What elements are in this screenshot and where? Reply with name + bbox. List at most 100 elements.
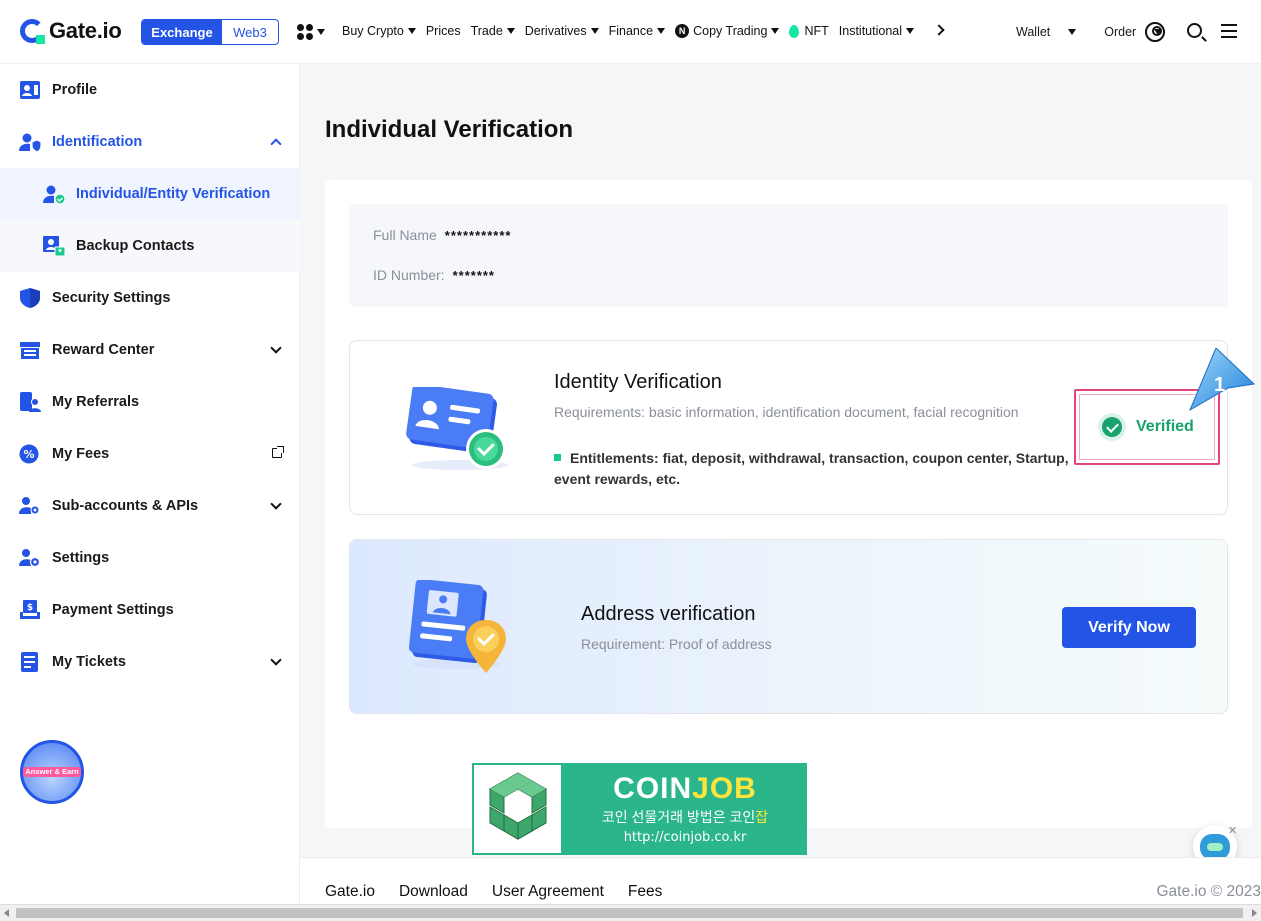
menu-institutional[interactable]: Institutional	[839, 24, 914, 38]
check-circle-icon	[1098, 413, 1126, 441]
address-verification-panel: Address verification Requirement: Proof …	[349, 539, 1228, 714]
bullet-square-icon	[554, 453, 561, 461]
sidebar-item-backup-contacts[interactable]: Backup Contacts	[0, 220, 300, 272]
coinjob-subtitle: 코인 선물거래 방법은 코인잡	[602, 807, 768, 827]
coinjob-title: COINJOB	[613, 773, 757, 805]
annotation-arrow-icon: 1	[1188, 348, 1256, 412]
caret-down-icon	[1068, 29, 1077, 35]
page-footer: Gate.io Download User Agreement Fees Gat…	[300, 857, 1261, 904]
menu-finance[interactable]: Finance	[608, 24, 666, 38]
profile-card-icon	[20, 81, 40, 99]
menu-nft[interactable]: NFT	[789, 24, 829, 38]
menu-prices[interactable]: Prices	[426, 24, 461, 38]
tab-web3[interactable]: Web3	[222, 20, 278, 44]
menu-wallet[interactable]: Wallet	[1016, 25, 1090, 39]
menu-label: Buy Crypto	[342, 24, 404, 38]
tickets-icon	[21, 652, 38, 672]
caret-down-icon	[657, 28, 666, 34]
full-name-value: ***********	[444, 228, 512, 243]
sidebar-item-my-tickets[interactable]: My Tickets	[0, 636, 300, 688]
sidebar-item-sub-accounts-apis[interactable]: Sub-accounts & APIs	[0, 480, 300, 532]
menu-label: NFT	[804, 24, 829, 38]
menu-label: Institutional	[838, 24, 902, 38]
copy-trading-icon: N	[675, 24, 690, 38]
coinjob-cube-logo	[472, 763, 563, 855]
promo-badge-label: Answer & Earn	[23, 766, 81, 778]
backup-contacts-icon	[43, 236, 65, 256]
id-number-label: ID Number:	[373, 267, 445, 283]
sidebar-item-settings[interactable]: Settings	[0, 532, 300, 584]
sidebar-item-label: Profile	[52, 82, 98, 98]
sidebar-item-profile[interactable]: Profile	[0, 64, 300, 116]
apps-menu-button[interactable]	[297, 24, 325, 40]
identity-verification-title: Identity Verification	[554, 371, 722, 393]
referrals-icon	[20, 392, 41, 412]
chevron-down-icon	[270, 342, 282, 354]
chevron-up-icon	[270, 138, 282, 150]
gateio-logo[interactable]: Gate.io	[20, 18, 122, 44]
sidebar-item-identification[interactable]: Identification	[0, 116, 300, 168]
tab-exchange[interactable]: Exchange	[142, 20, 222, 44]
coinjob-url: http://coinjob.co.kr	[623, 830, 747, 845]
menu-derivatives[interactable]: Derivatives	[525, 24, 599, 38]
scrollbar-thumb[interactable]	[16, 908, 1243, 918]
footer-link-user-agreement[interactable]: User Agreement	[492, 883, 604, 901]
close-icon[interactable]: ✕	[1228, 824, 1237, 837]
apps-grid-icon	[297, 24, 313, 40]
caret-down-icon	[906, 28, 914, 34]
caret-down-icon	[317, 29, 325, 35]
sidebar-item-my-fees[interactable]: % My Fees	[0, 428, 300, 480]
sub-accounts-icon	[19, 497, 40, 515]
annotation-number: 1	[1214, 374, 1225, 396]
id-card-verified-illustration	[406, 387, 508, 470]
full-name-label: Full Name	[373, 227, 437, 243]
verified-user-icon	[43, 185, 65, 204]
chevron-down-icon	[270, 654, 282, 666]
verify-now-button[interactable]: Verify Now	[1062, 607, 1196, 648]
svg-text:%: %	[23, 448, 34, 461]
sidebar-item-reward-center[interactable]: Reward Center	[0, 324, 300, 376]
menu-buy-crypto[interactable]: Buy Crypto	[342, 24, 416, 38]
sidebar-item-label: Sub-accounts & APIs	[52, 498, 199, 514]
user-settings-icon	[19, 549, 41, 568]
answer-earn-badge[interactable]: Answer & Earn	[20, 740, 84, 804]
chevron-right-icon[interactable]	[933, 24, 945, 36]
footer-copyright: Gate.io © 2023	[1156, 883, 1261, 900]
svg-text:$: $	[27, 603, 33, 613]
sidebar-item-label: My Tickets	[52, 654, 126, 670]
personal-info-box: Full Name *********** ID Number: *******	[349, 204, 1228, 307]
caret-down-icon	[771, 28, 780, 34]
identity-entitlements: Entitlements: fiat, deposit, withdrawal,…	[554, 448, 1084, 490]
user-account-icon[interactable]	[1145, 22, 1165, 42]
payment-icon: $	[20, 600, 40, 619]
fees-percent-icon: %	[19, 444, 39, 464]
hamburger-menu-icon[interactable]	[1221, 24, 1237, 38]
external-link-icon	[272, 446, 284, 458]
menu-order[interactable]: Order	[1104, 25, 1176, 39]
horizontal-scrollbar[interactable]	[0, 904, 1261, 921]
identity-requirements: Requirements: basic information, identif…	[554, 404, 1019, 420]
coinjob-watermark: COINJOB 코인 선물거래 방법은 코인잡 http://coinjob.c…	[472, 763, 807, 855]
sidebar-item-security-settings[interactable]: Security Settings	[0, 272, 300, 324]
sidebar-item-my-referrals[interactable]: My Referrals	[0, 376, 300, 428]
sidebar-item-label: Settings	[52, 550, 110, 566]
search-icon[interactable]	[1187, 23, 1202, 38]
address-document-illustration	[408, 580, 506, 673]
footer-link-fees[interactable]: Fees	[628, 883, 662, 901]
coinjob-title-white: COIN	[613, 772, 693, 805]
footer-link-download[interactable]: Download	[399, 883, 468, 901]
menu-trade[interactable]: Trade	[471, 24, 515, 38]
scroll-left-arrow-icon[interactable]	[4, 909, 9, 917]
menu-label: Prices	[425, 24, 461, 38]
sidebar-item-payment-settings[interactable]: $ Payment Settings	[0, 584, 300, 636]
identity-verification-panel: Identity Verification Requirements: basi…	[349, 340, 1228, 515]
menu-label: Derivatives	[524, 24, 587, 38]
menu-label: Finance	[608, 24, 654, 38]
sidebar-item-individual-entity-verification[interactable]: Individual/Entity Verification	[0, 168, 300, 220]
sidebar-item-label: Payment Settings	[52, 602, 174, 618]
scroll-right-arrow-icon[interactable]	[1252, 909, 1257, 917]
coinjob-subtitle-white: 코인 선물거래 방법은 코인	[601, 809, 756, 825]
caret-down-icon	[590, 28, 599, 34]
menu-copy-trading[interactable]: N Copy Trading	[675, 24, 780, 38]
footer-link-gateio[interactable]: Gate.io	[325, 883, 375, 901]
